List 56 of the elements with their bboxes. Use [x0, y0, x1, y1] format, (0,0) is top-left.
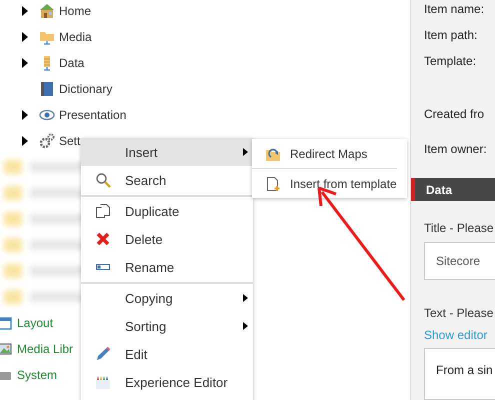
blurred-folder-icon [4, 160, 22, 174]
field-label: Template: [424, 54, 478, 70]
field-label: Item path: [424, 28, 478, 44]
tree-item[interactable]: Layout [17, 316, 54, 330]
blurred-folder-icon [4, 238, 22, 252]
caret-icon [243, 322, 248, 330]
tree-item[interactable]: Sett [59, 134, 80, 148]
eye-icon [39, 107, 55, 123]
tree-item[interactable]: System [17, 368, 58, 382]
book-icon [39, 81, 55, 97]
text-area-field[interactable]: From a sin [424, 348, 495, 400]
tree-item[interactable]: Data [59, 56, 84, 70]
tree-item[interactable]: Home [59, 4, 92, 18]
house-icon [39, 3, 55, 19]
menu-item[interactable]: Redirect Maps [252, 139, 397, 168]
menu-item[interactable]: Search [81, 166, 253, 194]
pencil-icon [95, 346, 111, 362]
expand-arrow-icon[interactable] [22, 110, 28, 120]
expand-arrow-icon[interactable] [22, 58, 28, 68]
crayons-icon [95, 374, 111, 390]
field-label: Item owner: [424, 142, 488, 158]
tree-item[interactable]: Media [59, 30, 92, 44]
expand-arrow-icon[interactable] [22, 6, 28, 16]
blurred-folder-icon [4, 186, 22, 200]
menu-item[interactable]: Sorting [81, 312, 253, 340]
tree-item[interactable]: Dictionary [59, 82, 112, 96]
caret-icon [243, 148, 248, 156]
blurred-folder-icon [4, 290, 22, 304]
tree-item[interactable]: Media Libr [17, 342, 74, 356]
gears-icon [39, 133, 55, 149]
menu-item[interactable]: Rename [81, 253, 253, 281]
menu-item[interactable]: Experience Editor [81, 368, 253, 396]
expand-arrow-icon[interactable] [22, 32, 28, 42]
blurred-folder-icon [4, 212, 22, 226]
page-plus-icon [265, 176, 281, 192]
menu-item[interactable]: Insert from template [252, 168, 397, 198]
cross-icon [95, 231, 111, 247]
field-label: Item name: [424, 2, 486, 18]
search-icon [95, 172, 111, 188]
menu-item[interactable]: Edit [81, 340, 253, 368]
field-label: Created fro [424, 107, 486, 123]
menu-item[interactable]: Duplicate [81, 195, 253, 225]
title-input-field[interactable]: Sitecore [424, 242, 495, 280]
copy-icon [95, 203, 111, 219]
section-header[interactable]: Data [411, 178, 495, 202]
blurred-folder-icon [4, 264, 22, 278]
caret-icon [243, 294, 248, 302]
folder-icon [39, 29, 55, 45]
field-label: Text - Please [423, 306, 494, 320]
field-label: Title - Please [423, 221, 495, 236]
picture-icon [0, 342, 12, 356]
tree-item[interactable]: Presentation [59, 108, 126, 122]
menu-item[interactable]: Delete [81, 225, 253, 253]
menu-item[interactable]: Copying [81, 282, 253, 312]
menu-item[interactable]: Insert [81, 138, 253, 166]
expand-arrow-icon[interactable] [22, 136, 28, 146]
